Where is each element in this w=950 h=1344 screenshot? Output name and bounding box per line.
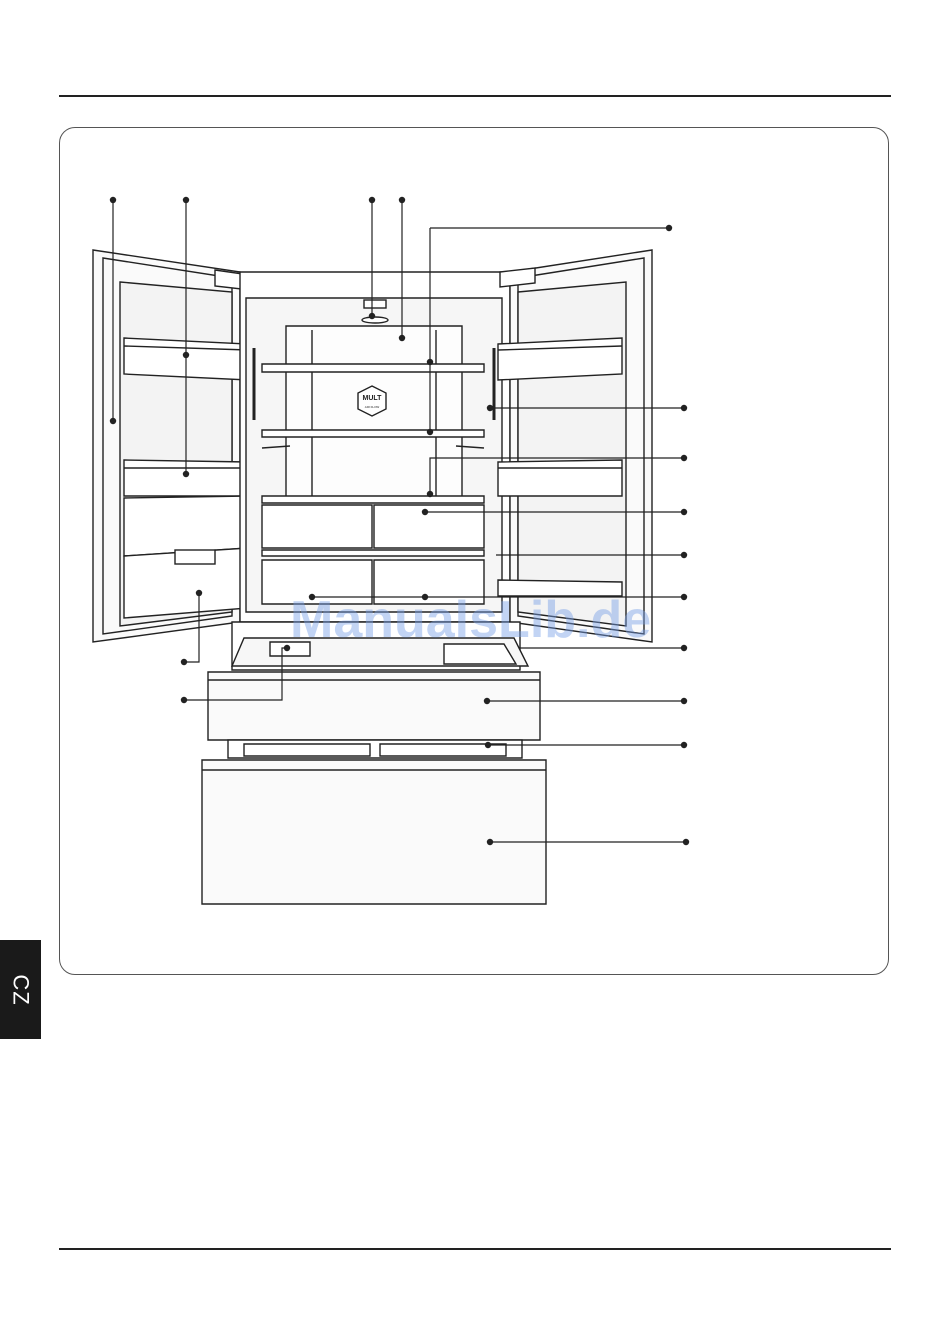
middle-drawer [207, 621, 541, 741]
fridge-cabinet: MULT AIR FLOW [239, 271, 511, 623]
multiflow-badge-subtext: AIR FLOW [365, 405, 380, 409]
bottom-drawer [201, 739, 547, 905]
right-door [497, 249, 653, 643]
footer-rule [59, 1248, 891, 1250]
left-door [92, 249, 251, 643]
refrigerator-diagram: MULT AIR FLOW [92, 196, 690, 905]
multiflow-badge-text: MULT [363, 395, 383, 402]
